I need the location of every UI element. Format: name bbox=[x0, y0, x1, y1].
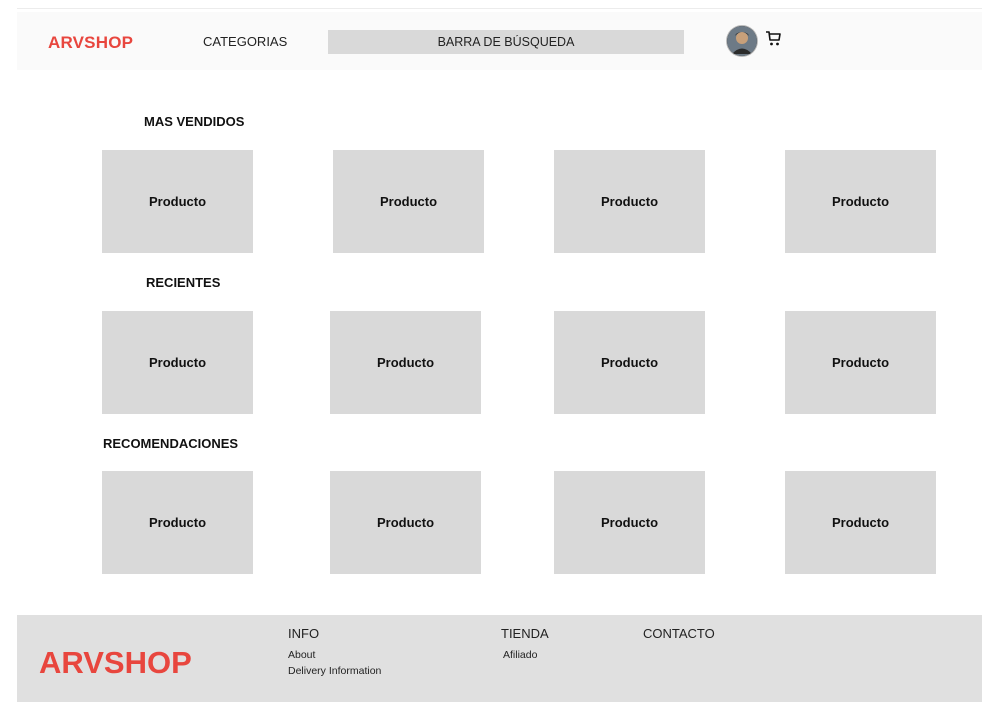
product-label: Producto bbox=[831, 355, 890, 370]
product-card[interactable]: Producto bbox=[330, 311, 481, 414]
footer-brand-logo[interactable]: ARVSHOP bbox=[39, 645, 192, 681]
footer-heading-tienda: TIENDA bbox=[501, 626, 549, 641]
avatar-icon bbox=[727, 26, 757, 56]
product-label: Producto bbox=[376, 355, 435, 370]
brand-logo[interactable]: ARVSHOP bbox=[48, 33, 133, 53]
product-label: Producto bbox=[831, 515, 890, 530]
product-label: Producto bbox=[600, 355, 659, 370]
product-card[interactable]: Producto bbox=[554, 311, 705, 414]
product-label: Producto bbox=[831, 194, 890, 209]
section-title-recientes: RECIENTES bbox=[146, 275, 221, 290]
footer-link-delivery-information[interactable]: Delivery Information bbox=[288, 665, 381, 677]
footer-link-about[interactable]: About bbox=[288, 649, 315, 661]
product-card[interactable]: Producto bbox=[102, 311, 253, 414]
section-title-mas-vendidos: MAS VENDIDOS bbox=[144, 114, 245, 129]
footer-link-afiliado[interactable]: Afiliado bbox=[503, 649, 537, 661]
product-card[interactable]: Producto bbox=[785, 311, 936, 414]
product-card[interactable]: Producto bbox=[333, 150, 484, 253]
product-label: Producto bbox=[600, 515, 659, 530]
product-card[interactable]: Producto bbox=[102, 150, 253, 253]
product-card[interactable]: Producto bbox=[785, 471, 936, 574]
categories-menu[interactable]: CATEGORIAS bbox=[203, 34, 287, 49]
product-label: Producto bbox=[376, 515, 435, 530]
cart-icon[interactable] bbox=[765, 30, 783, 48]
section-title-recomendaciones: RECOMENDACIONES bbox=[103, 436, 239, 451]
product-label: Producto bbox=[379, 194, 438, 209]
search-input[interactable] bbox=[328, 30, 684, 54]
product-label: Producto bbox=[148, 355, 207, 370]
product-card[interactable]: Producto bbox=[785, 150, 936, 253]
product-card[interactable]: Producto bbox=[554, 150, 705, 253]
product-card[interactable]: Producto bbox=[102, 471, 253, 574]
footer-heading-contacto[interactable]: CONTACTO bbox=[643, 626, 715, 641]
product-label: Producto bbox=[148, 515, 207, 530]
user-avatar[interactable] bbox=[727, 26, 757, 56]
footer-heading-info: INFO bbox=[288, 626, 320, 641]
product-card[interactable]: Producto bbox=[554, 471, 705, 574]
product-label: Producto bbox=[600, 194, 659, 209]
product-card[interactable]: Producto bbox=[330, 471, 481, 574]
product-label: Producto bbox=[148, 194, 207, 209]
